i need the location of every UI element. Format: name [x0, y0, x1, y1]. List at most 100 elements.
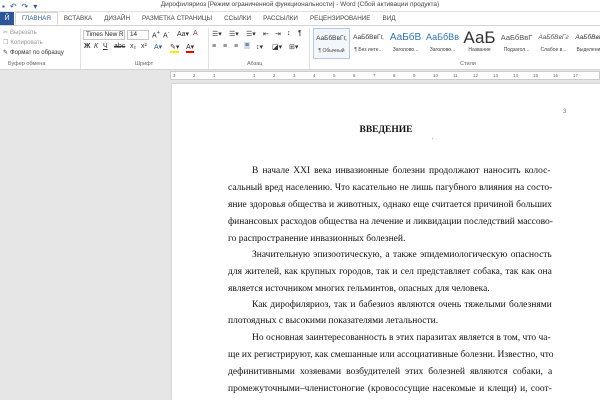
paragraph-line: является источником многих гельминтов, о… — [228, 284, 490, 294]
paragraph-line: го распространение инвазионных болезней. — [228, 234, 406, 244]
ribbon: ✂ Вырезать ❐ Копировать ✎ Формат по образцу… — [0, 25, 600, 70]
decrease-indent-icon[interactable]: ⇤ — [263, 30, 269, 38]
line-spacing-icon[interactable]: ↕▾ — [256, 43, 263, 51]
tab-6[interactable]: РЕЦЕНЗИРОВАНИЕ — [304, 12, 377, 25]
superscript-icon[interactable]: x² — [141, 43, 147, 50]
format-painter-label: Формат по образцу — [10, 49, 64, 56]
style-sample: АаБбВвГг — [538, 34, 569, 41]
font-size-combo[interactable]: 14 — [127, 30, 149, 40]
increase-indent-icon[interactable]: ⇥ — [275, 30, 281, 38]
paragraph-line: Но основная заинтересованность в этих па… — [252, 333, 551, 343]
horizontal-ruler[interactable]: 3 2 1 1 2 3 4 5 6 7 8 9 10 11 12 13 14 15 16 17 — [170, 71, 600, 80]
ruler-mark: 7 — [373, 73, 376, 78]
paragraph-line: финансовых расходов общества на лечение … — [228, 217, 553, 227]
change-case-icon[interactable]: Aa▾ — [177, 30, 189, 38]
tab-4[interactable]: ССЫЛКИ — [218, 12, 257, 25]
window-title: Дирофиляриоз [Режим ограниченной функцио… — [160, 1, 440, 8]
grow-font-icon[interactable]: A+ — [152, 30, 160, 39]
tab-5[interactable]: РАССЫЛКИ — [257, 12, 304, 25]
style-tile-4[interactable]: АаБ Название — [461, 28, 498, 59]
tab-0[interactable]: ГЛАВНАЯ — [15, 12, 58, 25]
style-name: Слабое в... — [540, 47, 567, 53]
paragraph-line: плотоядных с высокими показателями летал… — [228, 316, 439, 326]
sort-icon[interactable]: ↕ — [287, 30, 291, 37]
align-left-icon[interactable]: ≡ — [212, 43, 216, 50]
ribbon-tabs: Й ГЛАВНАЯ ВСТАВКА ДИЗАЙН РАЗМЕТКА СТРАНИЦЫ С… — [0, 12, 600, 25]
ruler-mark: 17 — [573, 73, 579, 78]
copy-icon: ❐ — [3, 40, 9, 46]
copy-button[interactable]: ❐ Копировать — [3, 39, 43, 47]
ruler-mark: 11 — [453, 73, 458, 78]
bold-icon[interactable]: Ж — [84, 43, 90, 50]
style-name: Название — [468, 47, 491, 53]
cut-label: Вырезать — [10, 29, 37, 36]
borders-icon[interactable]: ⊞▾ — [289, 43, 298, 51]
multilevel-list-icon[interactable]: ☰▾ — [246, 30, 256, 38]
shrink-font-icon[interactable]: A- — [163, 30, 170, 39]
text-effects-icon[interactable]: A▾ — [154, 43, 162, 51]
strikethrough-icon[interactable]: abc — [114, 43, 125, 50]
ruler-mark: 15 — [533, 73, 539, 78]
font-color-icon[interactable]: A▾ — [186, 43, 195, 53]
justify-icon[interactable]: ≡ — [244, 42, 251, 49]
copy-label: Копировать — [10, 39, 43, 46]
tab-file[interactable]: Й — [0, 12, 14, 25]
format-painter-button[interactable]: ✎ Формат по образцу — [3, 49, 64, 57]
brush-icon: ✎ — [3, 50, 9, 56]
style-sample: АаБбВ — [389, 32, 422, 43]
ruler-mark: 5 — [333, 73, 336, 78]
styles-group-label: Стили — [460, 61, 476, 67]
style-name: Заголово... — [429, 47, 456, 53]
cut-button[interactable]: ✂ Вырезать — [3, 29, 37, 37]
tab-2[interactable]: ДИЗАЙН — [98, 12, 136, 25]
clear-format-icon[interactable]: A — [193, 30, 198, 37]
paragraph-line: Как дирофиляриоз, так и бабезиоз являютс… — [252, 300, 552, 310]
font-group-label: Шрифт — [135, 61, 154, 67]
page-number: 3 — [563, 109, 567, 115]
subscript-icon[interactable]: x₂ — [130, 43, 136, 50]
style-name: Заголово... — [392, 47, 419, 53]
pilcrow-icon[interactable]: ¶ — [298, 30, 302, 37]
font-name-combo[interactable]: Times New R — [83, 30, 125, 40]
ruler-mark: 3 — [173, 73, 176, 78]
align-right-icon[interactable]: ≡ — [234, 43, 238, 50]
style-tile-5[interactable]: АаБбВвГ Подзагол... — [498, 28, 535, 59]
ruler-mark: 1 — [253, 73, 256, 78]
ruler-mark: 14 — [513, 73, 519, 78]
align-center-icon[interactable]: ≡ — [223, 43, 227, 50]
ruler-mark: 2 — [273, 73, 276, 78]
divider — [208, 28, 209, 69]
ruler-mark: 16 — [553, 73, 559, 78]
paragraph-line: промежуточными–членистоногие (кровососущ… — [228, 384, 552, 394]
tab-3[interactable]: РАЗМЕТКА СТРАНИЦЫ — [136, 12, 218, 25]
style-sample: АаБбВв — [426, 32, 459, 42]
shading-icon[interactable]: ◪▾ — [272, 43, 282, 51]
paragraph-line: дефинитивными хозяевами возбудителей эти… — [228, 367, 553, 377]
numbering-icon[interactable]: ☰▾ — [229, 30, 239, 38]
ruler-mark: 6 — [353, 73, 356, 78]
paragraph-line: В начале XXI века инвазионные болезни пр… — [252, 166, 551, 176]
highlight-icon[interactable]: ✎▾ — [170, 43, 180, 53]
style-tile-1[interactable]: АаБбВвГг, ¶ Без инте... — [350, 28, 387, 59]
divider — [309, 28, 310, 69]
style-name: ¶ Без инте... — [354, 47, 383, 53]
ruler-mark: 8 — [393, 73, 396, 78]
paragraph-line: для жителей, как крупных городов, так и … — [228, 267, 552, 277]
style-sample: АаБбВвГг, — [316, 35, 347, 42]
style-tile-2[interactable]: АаБбВ Заголово... — [387, 28, 424, 59]
tab-7[interactable]: ВИД — [377, 12, 402, 25]
paragraph-group-label: Абзац — [247, 61, 263, 67]
ruler-mark: 4 — [313, 73, 316, 78]
underline-icon[interactable]: Ч — [103, 43, 108, 50]
tab-1[interactable]: ВСТАВКА — [58, 12, 98, 25]
paragraph-line: Значительную эпизоотическую, а также эпи… — [252, 250, 552, 260]
paragraph-line: яние здоровья общества и животных, однак… — [228, 200, 552, 210]
style-tile-3[interactable]: АаБбВв Заголово... — [424, 28, 461, 59]
style-tile-7[interactable]: АаБбВвГг Выделени... — [572, 28, 600, 59]
style-sample: АаБ — [463, 28, 496, 47]
style-tile-0[interactable]: АаБбВвГг, ¶ Обычный — [313, 28, 350, 59]
style-tile-6[interactable]: АаБбВвГг Слабое в... — [535, 28, 572, 59]
italic-icon[interactable]: К — [94, 43, 98, 50]
ruler-mark: 1 — [213, 73, 216, 78]
bullets-icon[interactable]: ☰▾ — [212, 30, 222, 38]
